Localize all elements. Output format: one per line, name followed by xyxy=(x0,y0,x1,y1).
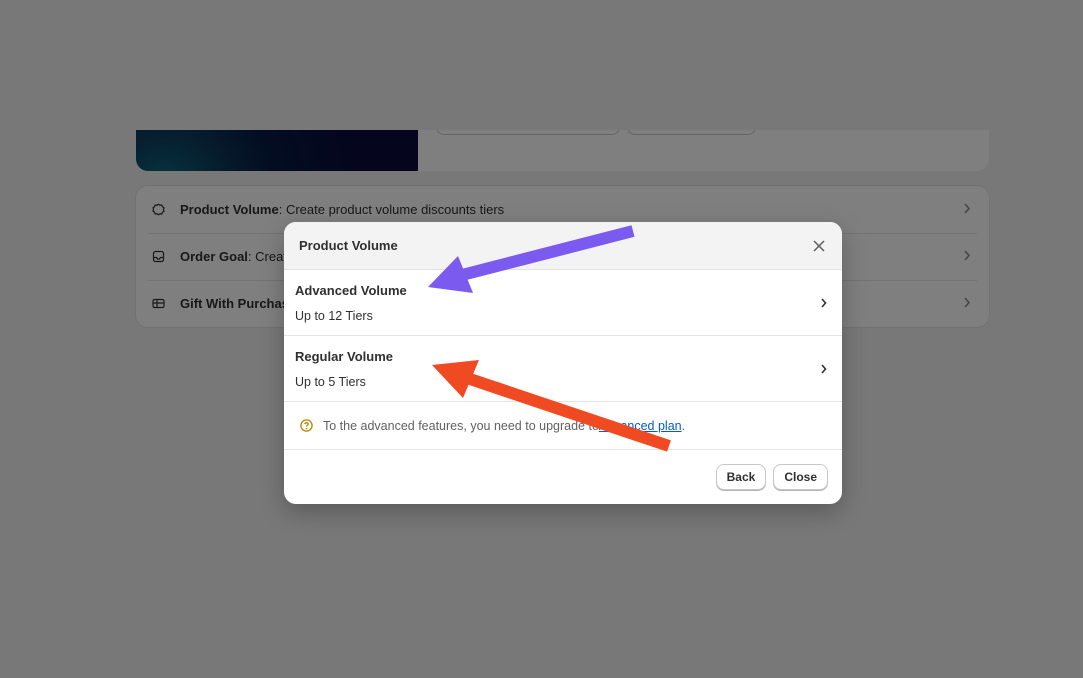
product-volume-modal: Product Volume Advanced Volume Up to 12 … xyxy=(284,222,842,504)
option-regular-volume[interactable]: Regular Volume Up to 5 Tiers xyxy=(284,336,842,402)
back-button[interactable]: Back xyxy=(715,464,767,490)
close-icon[interactable] xyxy=(810,237,828,255)
option-title: Advanced Volume xyxy=(295,283,407,298)
modal-title: Product Volume xyxy=(299,238,398,253)
option-subtitle: Up to 5 Tiers xyxy=(295,375,366,389)
close-button[interactable]: Close xyxy=(773,464,828,490)
modal-header: Product Volume xyxy=(284,222,842,270)
option-subtitle: Up to 12 Tiers xyxy=(295,309,373,323)
modal-footer: Back Close xyxy=(284,450,842,504)
option-title: Regular Volume xyxy=(295,349,394,364)
option-advanced-volume[interactable]: Advanced Volume Up to 12 Tiers xyxy=(284,270,842,336)
chevron-right-icon xyxy=(820,362,828,380)
question-circle-icon xyxy=(300,419,313,432)
upgrade-notice: To the advanced features, you need to up… xyxy=(284,402,842,450)
chevron-right-icon xyxy=(820,296,828,314)
notice-suffix: . xyxy=(681,418,686,433)
advanced-plan-link[interactable]: Advanced plan xyxy=(599,419,682,433)
notice-text: To the advanced features, you need to up… xyxy=(323,418,599,433)
